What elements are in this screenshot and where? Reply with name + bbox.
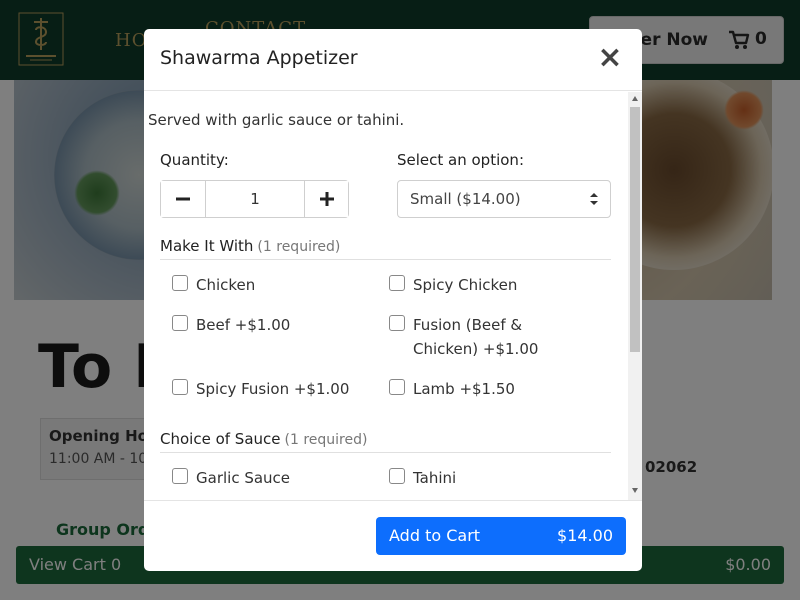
item-description: Served with garlic sauce or tahini.	[148, 111, 405, 129]
option-label: Garlic Sauce	[196, 469, 291, 487]
quantity-input[interactable]	[206, 181, 304, 217]
modal-header: Shawarma Appetizer ×	[144, 29, 642, 91]
checkbox[interactable]	[172, 315, 188, 331]
option-label: Spicy Chicken	[413, 276, 518, 294]
quantity-increase-button[interactable]	[304, 181, 348, 217]
scrollbar-thumb[interactable]	[630, 107, 640, 352]
add-to-cart-label: Add to Cart	[389, 526, 481, 545]
checkbox[interactable]	[389, 468, 405, 484]
option-label: Beef +$1.00	[196, 316, 291, 334]
quantity-label: Quantity:	[160, 151, 229, 169]
size-select[interactable]: Small ($14.00)	[397, 180, 611, 218]
section-title: Make It With	[160, 237, 254, 255]
checkbox[interactable]	[172, 468, 188, 484]
modal-footer: Add to Cart $14.00	[144, 500, 642, 571]
checkbox[interactable]	[389, 275, 405, 291]
quantity-stepper	[160, 180, 349, 218]
checkbox[interactable]	[389, 315, 405, 331]
option-label: Fusion (Beef & Chicken) +$1.00	[413, 316, 539, 358]
checkbox[interactable]	[389, 379, 405, 395]
add-to-cart-price: $14.00	[557, 526, 613, 545]
checkbox[interactable]	[172, 275, 188, 291]
modal-scrollbar[interactable]	[628, 92, 642, 500]
size-select-value: Small ($14.00)	[410, 190, 521, 208]
quantity-decrease-button[interactable]	[161, 181, 206, 217]
plus-icon	[319, 192, 334, 206]
close-icon[interactable]: ×	[594, 42, 626, 74]
add-to-cart-button[interactable]: Add to Cart $14.00	[376, 517, 626, 555]
section-header-make-it-with: Make It With (1 required)	[160, 236, 611, 260]
option-label: Select an option:	[397, 151, 524, 169]
modal-body: Served with garlic sauce or tahini. Quan…	[144, 92, 642, 500]
select-arrows-icon	[590, 193, 598, 205]
section-header-choice-of-sauce: Choice of Sauce (1 required)	[160, 429, 611, 453]
option-label: Tahini	[413, 469, 457, 487]
scroll-up-arrow-icon[interactable]	[632, 96, 638, 101]
section-required-note: (1 required)	[257, 239, 341, 255]
checkbox[interactable]	[172, 379, 188, 395]
section-title: Choice of Sauce	[160, 430, 281, 448]
option-label: Lamb +$1.50	[413, 380, 515, 398]
scroll-down-arrow-icon[interactable]	[632, 488, 638, 493]
option-label: Spicy Fusion +$1.00	[196, 380, 350, 398]
option-label: Chicken	[196, 276, 256, 294]
minus-icon	[176, 197, 190, 201]
modal-title: Shawarma Appetizer	[160, 47, 358, 69]
item-modal: Shawarma Appetizer × Served with garlic …	[144, 29, 642, 571]
section-required-note: (1 required)	[284, 432, 368, 448]
